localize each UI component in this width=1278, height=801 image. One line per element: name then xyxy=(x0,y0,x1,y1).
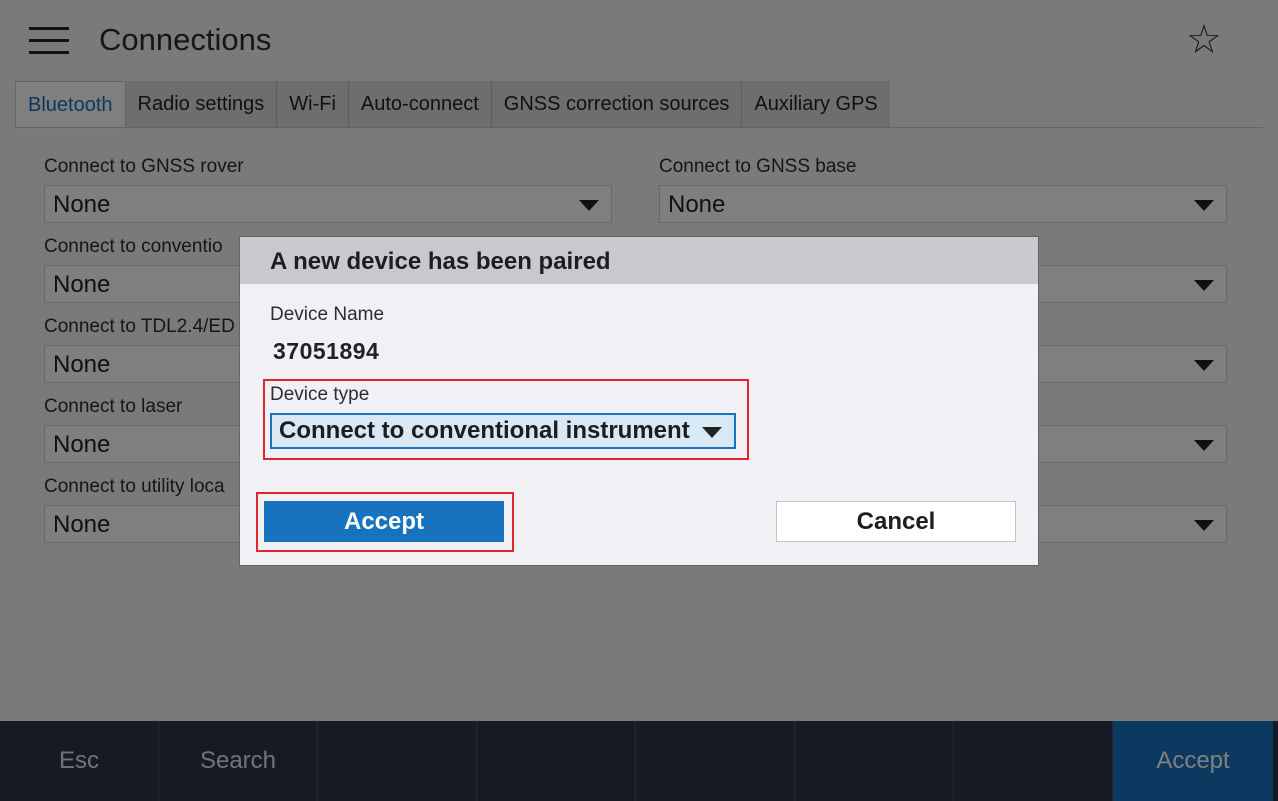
cancel-button[interactable]: Cancel xyxy=(776,501,1016,542)
chevron-down-icon xyxy=(702,427,722,438)
paired-device-dialog: A new device has been paired Device Name… xyxy=(239,236,1039,566)
device-name-label: Device Name xyxy=(270,304,385,325)
device-type-value: Connect to conventional instrument xyxy=(279,417,690,444)
dialog-header: A new device has been paired xyxy=(240,237,1038,284)
device-type-label: Device type xyxy=(270,384,370,405)
accept-button[interactable]: Accept xyxy=(264,501,504,542)
device-name-value: 37051894 xyxy=(273,338,380,364)
dialog-title: A new device has been paired xyxy=(270,248,611,275)
device-type-select[interactable]: Connect to conventional instrument xyxy=(270,413,736,449)
